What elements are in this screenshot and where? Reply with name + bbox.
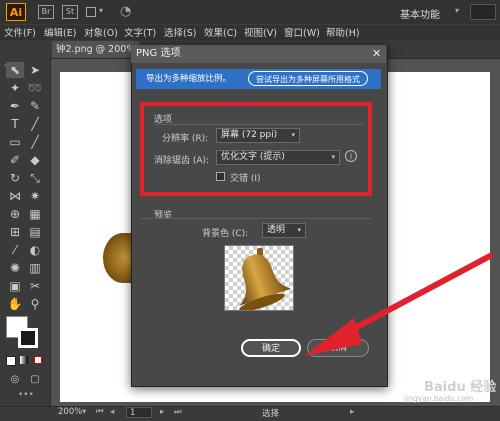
line-icon[interactable]: ╱ xyxy=(26,116,44,132)
next-artboard-icon[interactable]: ▸ xyxy=(160,407,164,417)
arrow-head xyxy=(304,318,362,356)
shaper-icon[interactable]: ✐ xyxy=(6,152,24,168)
arrange-documents-icon[interactable] xyxy=(86,7,96,17)
artboard-icon[interactable]: ▣ xyxy=(6,278,24,294)
magic-wand-icon[interactable]: ✦ xyxy=(6,80,24,96)
gradient-icon[interactable]: ▤ xyxy=(26,224,44,240)
lasso-icon[interactable]: ➿ xyxy=(26,80,44,96)
menu-object[interactable]: 对象(O) xyxy=(84,25,118,39)
screen-mode-icon[interactable]: ▢ xyxy=(26,372,44,388)
curvature-icon[interactable]: ✎ xyxy=(26,98,44,114)
pen-icon[interactable]: ✒ xyxy=(6,98,24,114)
current-tool-label[interactable]: 选择 xyxy=(262,407,279,419)
menu-window[interactable]: 窗口(W) xyxy=(284,25,320,39)
try-export-multiple-screens-button[interactable]: 尝试导出为多种屏幕所用格式 xyxy=(248,71,368,86)
info-text: 导出为多种缩放比例。 xyxy=(146,74,232,84)
menu-effect[interactable]: 效果(C) xyxy=(204,25,237,39)
stroke-swatch[interactable] xyxy=(18,328,38,348)
none-mode-icon[interactable] xyxy=(34,356,42,364)
previous-artboard-icon[interactable]: ◂ xyxy=(110,407,114,417)
annotation-arrow xyxy=(304,253,493,356)
background-color-value: 透明 xyxy=(267,225,286,235)
puppet-warp-icon[interactable]: ✷ xyxy=(26,188,44,204)
play-icon[interactable]: ▸ xyxy=(350,407,354,417)
eyedropper-icon[interactable]: ⁄ xyxy=(6,242,24,258)
bell-preview-icon xyxy=(239,248,292,312)
menu-type[interactable]: 文字(T) xyxy=(124,25,156,39)
draw-mode-icon[interactable]: ◎ xyxy=(6,372,24,388)
illustrator-logo: Ai xyxy=(6,3,26,21)
symbol-sprayer-icon[interactable]: ✺ xyxy=(6,260,24,276)
document-tab[interactable]: 钟2.png @ 200% xyxy=(52,41,140,58)
hand-icon[interactable]: ✋ xyxy=(6,296,24,312)
width-icon[interactable]: ⋈ xyxy=(6,188,24,204)
workspace-switcher[interactable]: 基本功能 xyxy=(400,6,440,21)
menu-edit[interactable]: 编辑(E) xyxy=(44,25,76,39)
close-icon[interactable]: ✕ xyxy=(372,47,381,60)
stock-icon[interactable]: St xyxy=(62,5,78,19)
bridge-icon[interactable]: Br xyxy=(38,5,54,19)
column-graph-icon[interactable]: ▥ xyxy=(26,260,44,276)
dialog-title: PNG 选项 xyxy=(136,48,181,59)
watermark-logo: Baidu 经验 xyxy=(424,380,497,395)
rectangle-icon[interactable]: ▭ xyxy=(6,134,24,150)
menu-file[interactable]: 文件(F) xyxy=(4,25,36,39)
mesh-icon[interactable]: ⊞ xyxy=(6,224,24,240)
gpu-performance-icon[interactable]: ◔ xyxy=(120,4,131,19)
arrow-shaft xyxy=(337,253,493,339)
search-input[interactable] xyxy=(470,4,496,20)
zoom-level[interactable]: 200% xyxy=(58,407,82,417)
direct-selection-icon[interactable]: ➤ xyxy=(26,62,44,78)
menu-help[interactable]: 帮助(H) xyxy=(326,25,360,39)
eraser-icon[interactable]: ◆ xyxy=(26,152,44,168)
type-icon[interactable]: T xyxy=(6,116,24,132)
chevron-down-icon: ▾ xyxy=(297,226,301,234)
more-tools-icon[interactable]: ••• xyxy=(18,390,34,400)
chevron-down-icon[interactable]: ▾ xyxy=(455,6,459,15)
color-mode-icon[interactable] xyxy=(6,356,16,366)
perspective-icon[interactable]: ▦ xyxy=(26,206,44,222)
background-color-select[interactable]: 透明 ▾ xyxy=(262,223,306,238)
watermark-url: jingyan.baidu.com xyxy=(404,394,474,403)
artboard-number-field[interactable]: 1 xyxy=(126,407,152,418)
selection-tool-icon[interactable]: ⬉ xyxy=(6,62,24,78)
shape-builder-icon[interactable]: ⊕ xyxy=(6,206,24,222)
menu-select[interactable]: 选择(S) xyxy=(164,25,196,39)
blend-icon[interactable]: ◐ xyxy=(26,242,44,258)
chevron-down-icon[interactable]: ▾ xyxy=(82,407,86,417)
scale-icon[interactable]: ⤡ xyxy=(26,170,44,186)
paintbrush-icon[interactable]: ╱ xyxy=(26,134,44,150)
chevron-down-icon[interactable]: ▾ xyxy=(99,6,103,15)
rotate-icon[interactable]: ↻ xyxy=(6,170,24,186)
background-color-label: 背景色 (C): xyxy=(202,229,249,239)
gradient-mode-icon[interactable] xyxy=(20,356,28,364)
menu-view[interactable]: 视图(V) xyxy=(244,25,277,39)
annotation-highlight-box xyxy=(140,102,372,196)
last-artboard-icon[interactable]: ⏭ xyxy=(174,407,182,417)
preview-image xyxy=(224,245,294,312)
zoom-icon[interactable]: ⚲ xyxy=(26,296,44,312)
first-artboard-icon[interactable]: ⏮ xyxy=(96,407,104,417)
slice-icon[interactable]: ✂ xyxy=(26,278,44,294)
